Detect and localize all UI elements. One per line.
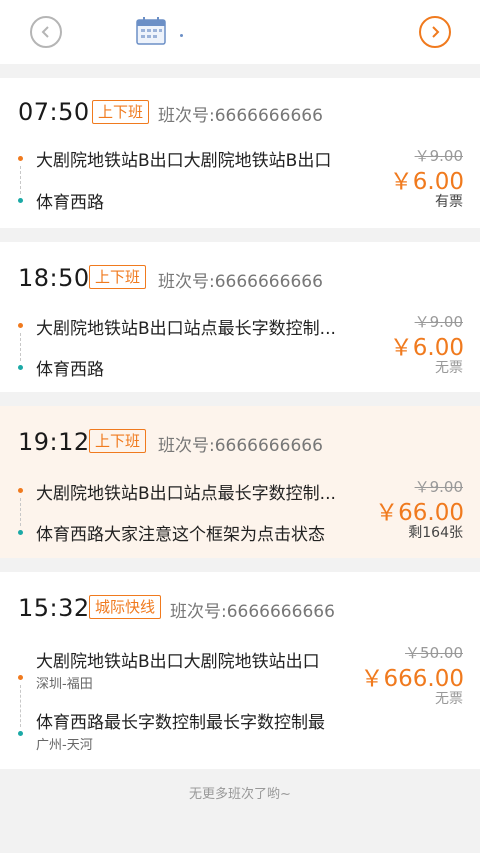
route-type-tag: 上下班: [89, 429, 147, 453]
route-line: [20, 685, 21, 727]
date-nav-bar: [0, 0, 480, 64]
trip-card[interactable]: 18:50 上下班 班次号:6666666666 大剧院地铁站B出口站点最长字数…: [0, 242, 480, 392]
prev-day-button[interactable]: [30, 16, 62, 48]
destination-station: 体育西路最长字数控制最长字数控制最: [36, 713, 325, 733]
ticket-status: 有票: [435, 194, 463, 210]
origin-station: 大剧院地铁站B出口站点最长字数控制...: [36, 484, 336, 504]
destination-dot: [18, 198, 23, 203]
origin-station: 大剧院地铁站B出口大剧院地铁站B出口: [36, 151, 332, 171]
departure-time: 19:12: [18, 428, 90, 456]
bus-number: 班次号:6666666666: [158, 436, 323, 456]
route-type-tag: 上下班: [92, 100, 150, 124]
trip-card[interactable]: 07:50 上下班 班次号:6666666666 大剧院地铁站B出口大剧院地铁站…: [0, 78, 480, 228]
origin-dot: [18, 156, 23, 161]
bus-number: 班次号:6666666666: [170, 602, 335, 622]
bus-number: 班次号:6666666666: [158, 106, 323, 126]
chevron-right-icon: [432, 26, 440, 38]
destination-area: 广州-天河: [36, 738, 93, 753]
calendar-indicator: [180, 34, 183, 37]
next-day-button[interactable]: [419, 16, 451, 48]
destination-dot: [18, 365, 23, 370]
destination-station: 体育西路: [36, 360, 104, 380]
trip-card[interactable]: 15:32 城际快线 班次号:6666666666 大剧院地铁站B出口大剧院地铁…: [0, 572, 480, 769]
origin-station: 大剧院地铁站B出口大剧院地铁站出口: [36, 652, 320, 672]
route-line: [20, 333, 21, 361]
departure-time: 07:50: [18, 98, 90, 126]
origin-station: 大剧院地铁站B出口站点最长字数控制...: [36, 319, 336, 339]
origin-area: 深圳-福田: [36, 677, 93, 692]
route-type-tag: 上下班: [89, 265, 147, 289]
ticket-status: 无票: [435, 360, 463, 376]
departure-time: 18:50: [18, 264, 90, 292]
chevron-left-icon: [41, 26, 49, 38]
trip-card-selected[interactable]: 19:12 上下班 班次号:6666666666 大剧院地铁站B出口站点最长字数…: [0, 406, 480, 558]
route-line: [20, 166, 21, 194]
departure-time: 15:32: [18, 594, 90, 622]
destination-station: 体育西路: [36, 193, 104, 213]
ticket-status: 剩164张: [408, 525, 463, 541]
route-line: [20, 498, 21, 526]
destination-dot: [18, 530, 23, 535]
destination-dot: [18, 731, 23, 736]
route-type-tag: 城际快线: [89, 595, 162, 619]
end-of-list-text: 无更多班次了哟~: [189, 787, 291, 802]
ticket-status: 无票: [435, 691, 463, 707]
bus-number: 班次号:6666666666: [158, 272, 323, 292]
calendar-icon[interactable]: [136, 17, 166, 45]
origin-dot: [18, 323, 23, 328]
origin-dot: [18, 488, 23, 493]
destination-station: 体育西路大家注意这个框架为点击状态: [36, 525, 325, 545]
origin-dot: [18, 675, 23, 680]
